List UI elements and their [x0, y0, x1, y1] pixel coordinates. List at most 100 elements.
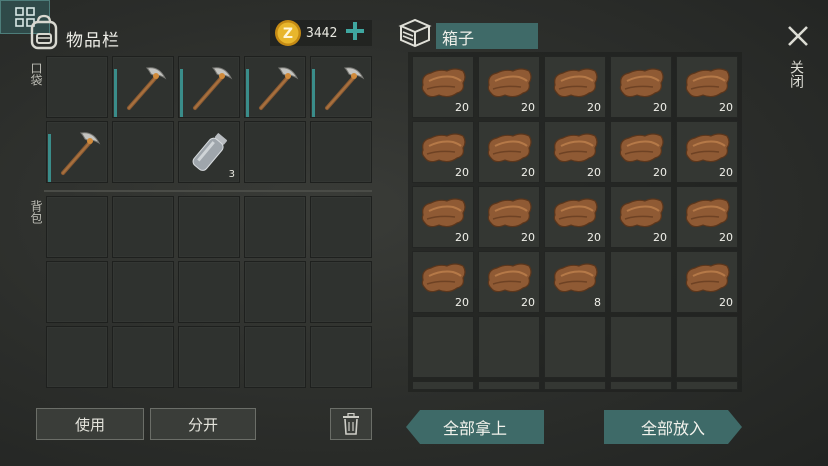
backpack-slot[interactable] [112, 326, 174, 388]
item-quantity: 20 [587, 166, 601, 179]
pocket-slot[interactable] [310, 121, 372, 183]
leather-icon [553, 198, 598, 228]
pocket-slot[interactable] [178, 56, 240, 118]
box-slot[interactable]: 20 [412, 56, 474, 118]
box-slot[interactable] [544, 381, 606, 390]
item-quantity: 20 [719, 166, 733, 179]
box-slot[interactable]: 20 [676, 251, 738, 313]
svg-text:Z: Z [283, 26, 293, 42]
item-quantity: 20 [521, 101, 535, 114]
box-slot[interactable]: 8 [544, 251, 606, 313]
plus-icon[interactable] [344, 20, 366, 42]
backpack-slot[interactable] [46, 326, 108, 388]
backpack-slot[interactable] [310, 261, 372, 323]
leather-icon [553, 68, 598, 98]
take-all-button[interactable]: 全部拿上 [406, 410, 544, 444]
coin-count: 3442 [306, 26, 338, 41]
pickaxe-icon [127, 67, 167, 110]
pocket-slot[interactable] [112, 121, 174, 183]
durability-bar [312, 69, 315, 117]
box-slot[interactable]: 20 [676, 121, 738, 183]
box-slot[interactable] [676, 381, 738, 390]
pocket-slot[interactable] [46, 56, 108, 118]
item-quantity: 20 [653, 101, 667, 114]
box-slot[interactable] [610, 381, 672, 390]
item-quantity: 20 [719, 296, 733, 309]
pocket-slot[interactable] [310, 56, 372, 118]
box-slot[interactable]: 20 [610, 121, 672, 183]
box-slot[interactable]: 20 [412, 121, 474, 183]
box-slot[interactable]: 20 [544, 186, 606, 248]
box-slot[interactable]: 20 [544, 121, 606, 183]
backpack-slot[interactable] [112, 196, 174, 258]
backpack-label: 背包 [29, 200, 43, 224]
backpack-slot[interactable] [46, 196, 108, 258]
leather-icon [487, 263, 532, 293]
item-quantity: 8 [594, 296, 601, 309]
box-slot[interactable]: 20 [478, 56, 540, 118]
box-slot[interactable] [478, 381, 540, 390]
close-icon[interactable] [786, 24, 810, 48]
box-slot[interactable] [676, 316, 738, 378]
backpack-slot[interactable] [46, 261, 108, 323]
item-quantity: 20 [521, 166, 535, 179]
box-slot[interactable] [610, 316, 672, 378]
box-slot[interactable]: 20 [544, 56, 606, 118]
trash-button[interactable] [330, 408, 372, 440]
split-button[interactable]: 分开 [150, 408, 256, 440]
box-slot[interactable]: 20 [676, 56, 738, 118]
pocket-slot[interactable] [46, 121, 108, 183]
leather-icon [421, 263, 466, 293]
leather-icon [619, 68, 664, 98]
backpack-slot[interactable] [244, 326, 306, 388]
item-quantity: 20 [455, 231, 469, 244]
item-quantity: 20 [455, 296, 469, 309]
close-label[interactable]: 关闭 [788, 60, 804, 88]
use-button[interactable]: 使用 [36, 408, 144, 440]
inventory-title: 物品栏 [66, 31, 120, 51]
box-slot[interactable]: 20 [478, 121, 540, 183]
box-slot[interactable] [412, 316, 474, 378]
box-slot[interactable] [412, 381, 474, 390]
box-slot[interactable] [544, 316, 606, 378]
leather-icon [685, 133, 730, 163]
backpack-slot[interactable] [310, 326, 372, 388]
leather-icon [619, 133, 664, 163]
backpack-slot[interactable] [178, 261, 240, 323]
pocket-label: 口袋 [29, 62, 43, 86]
backpack-slot[interactable] [244, 196, 306, 258]
backpack-slot[interactable] [178, 196, 240, 258]
box-slot[interactable]: 20 [610, 56, 672, 118]
box-slot[interactable]: 20 [412, 186, 474, 248]
box-slot[interactable]: 20 [478, 186, 540, 248]
put-all-button[interactable]: 全部放入 [604, 410, 742, 444]
pocket-backpack-divider [44, 190, 372, 192]
box-slot[interactable]: 20 [676, 186, 738, 248]
leather-icon [553, 263, 598, 293]
pocket-slot[interactable] [112, 56, 174, 118]
leather-icon [685, 198, 730, 228]
leather-icon [685, 68, 730, 98]
box-icon [398, 18, 432, 48]
leather-icon [421, 68, 466, 98]
backpack-slot[interactable] [244, 261, 306, 323]
backpack-icon [30, 14, 58, 50]
box-slot[interactable] [478, 316, 540, 378]
pocket-slot[interactable]: 3 [178, 121, 240, 183]
box-slot[interactable]: 20 [412, 251, 474, 313]
box-slot[interactable] [610, 251, 672, 313]
item-quantity: 20 [719, 101, 733, 114]
box-slot[interactable]: 20 [610, 186, 672, 248]
durability-bar [48, 134, 51, 182]
pocket-slot[interactable] [244, 56, 306, 118]
pickaxe-icon [259, 67, 299, 110]
item-quantity: 20 [455, 101, 469, 114]
backpack-slot[interactable] [178, 326, 240, 388]
backpack-slot[interactable] [310, 196, 372, 258]
backpack-slot[interactable] [112, 261, 174, 323]
pocket-slot[interactable] [244, 121, 306, 183]
leather-icon [553, 133, 598, 163]
box-slot[interactable]: 20 [478, 251, 540, 313]
item-quantity: 20 [719, 231, 733, 244]
leather-icon [421, 198, 466, 228]
